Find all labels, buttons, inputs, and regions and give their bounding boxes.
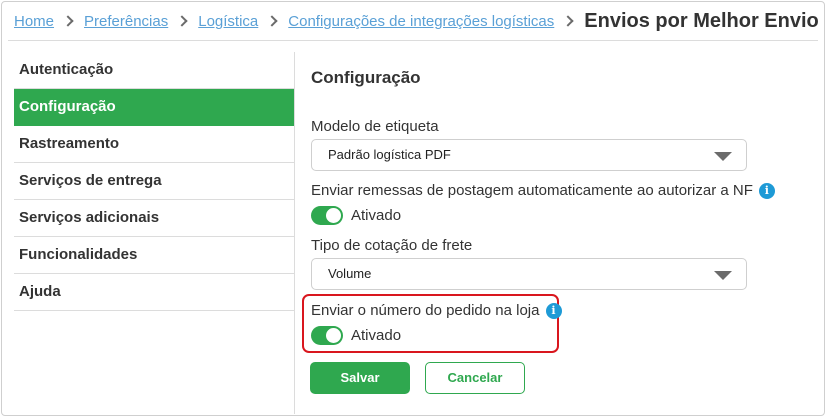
sidebar-item-autenticacao[interactable]: Autenticação <box>14 52 294 89</box>
info-icon[interactable]: i <box>758 182 775 199</box>
breadcrumb: Home Preferências Logística Configuraçõe… <box>14 8 819 34</box>
toggle-knob <box>326 208 341 223</box>
sidebar: Autenticação Configuração Rastreamento S… <box>14 52 294 311</box>
caret-down-icon <box>714 152 732 161</box>
numero-pedido-toggle-row: Ativado <box>311 326 401 345</box>
sidebar-item-servicos-de-entrega[interactable]: Serviços de entrega <box>14 163 294 200</box>
chevron-right-icon <box>266 15 278 27</box>
tipo-cotacao-select[interactable]: Volume <box>311 258 747 290</box>
sidebar-item-configuracao[interactable]: Configuração <box>14 89 294 126</box>
modelo-etiqueta-select[interactable]: Padrão logística PDF <box>311 139 747 171</box>
header-divider <box>8 40 818 41</box>
auto-envio-toggle-row: Ativado <box>311 206 401 225</box>
label-tipo-cotacao: Tipo de cotação de frete <box>311 237 472 254</box>
save-button[interactable]: Salvar <box>310 362 410 394</box>
tipo-cotacao-value: Volume <box>328 266 372 281</box>
modelo-etiqueta-value: Padrão logística PDF <box>328 147 451 162</box>
chevron-right-icon <box>562 15 574 27</box>
breadcrumb-integracoes-link[interactable]: Configurações de integrações logísticas <box>288 13 554 30</box>
chevron-right-icon <box>176 15 188 27</box>
info-icon[interactable]: i <box>545 302 562 319</box>
numero-pedido-toggle[interactable] <box>311 326 343 345</box>
section-title: Configuração <box>311 68 421 87</box>
label-modelo-etiqueta: Modelo de etiqueta <box>311 118 439 135</box>
label-tipo-cotacao-text: Tipo de cotação de frete <box>311 237 473 254</box>
sidebar-item-ajuda[interactable]: Ajuda <box>14 274 294 311</box>
label-auto-envio: Enviar remessas de postagem automaticame… <box>311 182 775 199</box>
auto-envio-state: Ativado <box>351 207 402 224</box>
label-numero-pedido-text: Enviar o número do pedido na loja <box>311 302 540 319</box>
sidebar-item-servicos-adicionais[interactable]: Serviços adicionais <box>14 200 294 237</box>
label-auto-envio-text: Enviar remessas de postagem automaticame… <box>311 182 753 199</box>
sidebar-divider <box>294 52 295 414</box>
label-modelo-etiqueta-text: Modelo de etiqueta <box>311 118 439 135</box>
breadcrumb-home-link[interactable]: Home <box>14 13 54 30</box>
numero-pedido-state: Ativado <box>351 327 402 344</box>
chevron-right-icon <box>62 15 74 27</box>
auto-envio-toggle[interactable] <box>311 206 343 225</box>
sidebar-item-rastreamento[interactable]: Rastreamento <box>14 126 294 163</box>
toggle-knob <box>326 328 341 343</box>
cancel-button[interactable]: Cancelar <box>425 362 525 394</box>
page-title: Envios por Melhor Envio <box>584 9 819 32</box>
breadcrumb-logistica-link[interactable]: Logística <box>198 13 258 30</box>
breadcrumb-preferencias-link[interactable]: Preferências <box>84 13 168 30</box>
caret-down-icon <box>714 271 732 280</box>
label-numero-pedido: Enviar o número do pedido na loja i <box>311 302 562 319</box>
sidebar-item-funcionalidades[interactable]: Funcionalidades <box>14 237 294 274</box>
